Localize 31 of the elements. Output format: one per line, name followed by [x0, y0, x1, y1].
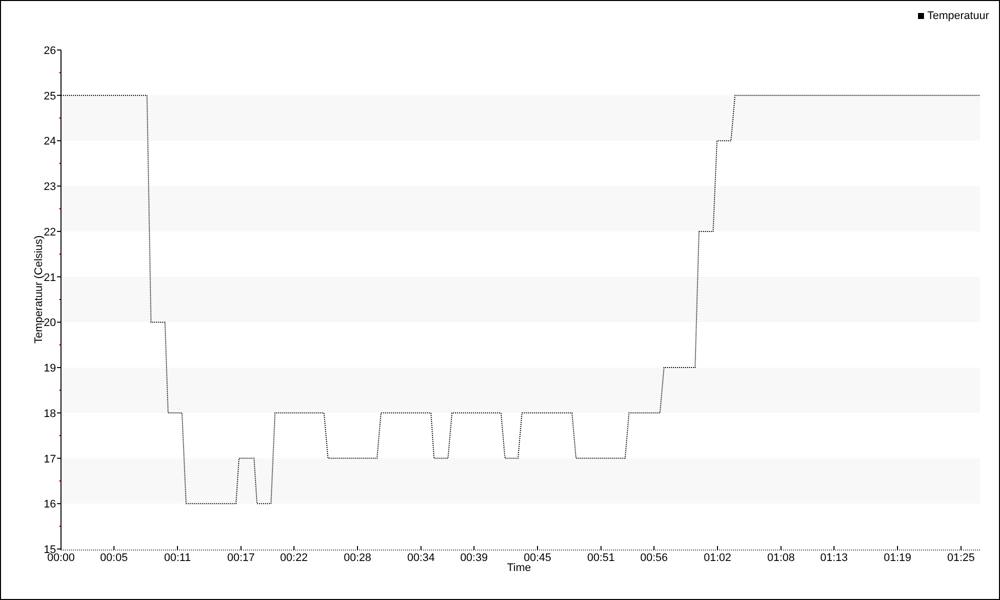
x-tick-label: 01:02: [704, 552, 732, 564]
legend-label: Temperatuur: [927, 10, 989, 22]
x-tick-label: 01:08: [767, 552, 795, 564]
x-tick-label: 00:11: [164, 552, 191, 564]
y-tick-label: 23: [44, 181, 56, 194]
legend-swatch: [918, 13, 924, 19]
y-tick-label: 16: [44, 498, 56, 511]
y-tick-label: 19: [44, 362, 56, 375]
y-tick-label: 24: [44, 136, 56, 148]
x-tick-label: 00:00: [47, 552, 75, 564]
x-tick-label: 00:34: [407, 552, 435, 564]
y-tick-label: 21: [44, 272, 56, 284]
x-tick-label: 01:13: [820, 552, 848, 564]
x-tick-label: 00:05: [100, 552, 128, 564]
y-tick-label: 17: [44, 453, 56, 466]
x-tick-label: 00:22: [280, 552, 308, 564]
x-tick-label: 00:28: [344, 552, 372, 564]
x-axis-title: Time: [506, 562, 532, 574]
y-tick-label: 22: [44, 226, 56, 238]
y-tick-label: 20: [44, 317, 56, 330]
y-tick-label: 26: [44, 45, 56, 57]
y-tick-label: 18: [44, 408, 56, 420]
y-axis-title: Temperatuur (Celsius): [33, 235, 45, 344]
x-tick-label: 00:51: [587, 552, 615, 564]
x-tick-label: 00:56: [640, 552, 668, 564]
y-tick-label: 25: [44, 90, 56, 102]
x-tick-label: 00:39: [460, 552, 488, 564]
x-tick-label: 01:25: [947, 552, 975, 564]
x-tick-label: 00:45: [524, 552, 552, 564]
x-tick-label: 01:19: [884, 552, 912, 564]
x-tick-label: 00:17: [227, 552, 255, 564]
